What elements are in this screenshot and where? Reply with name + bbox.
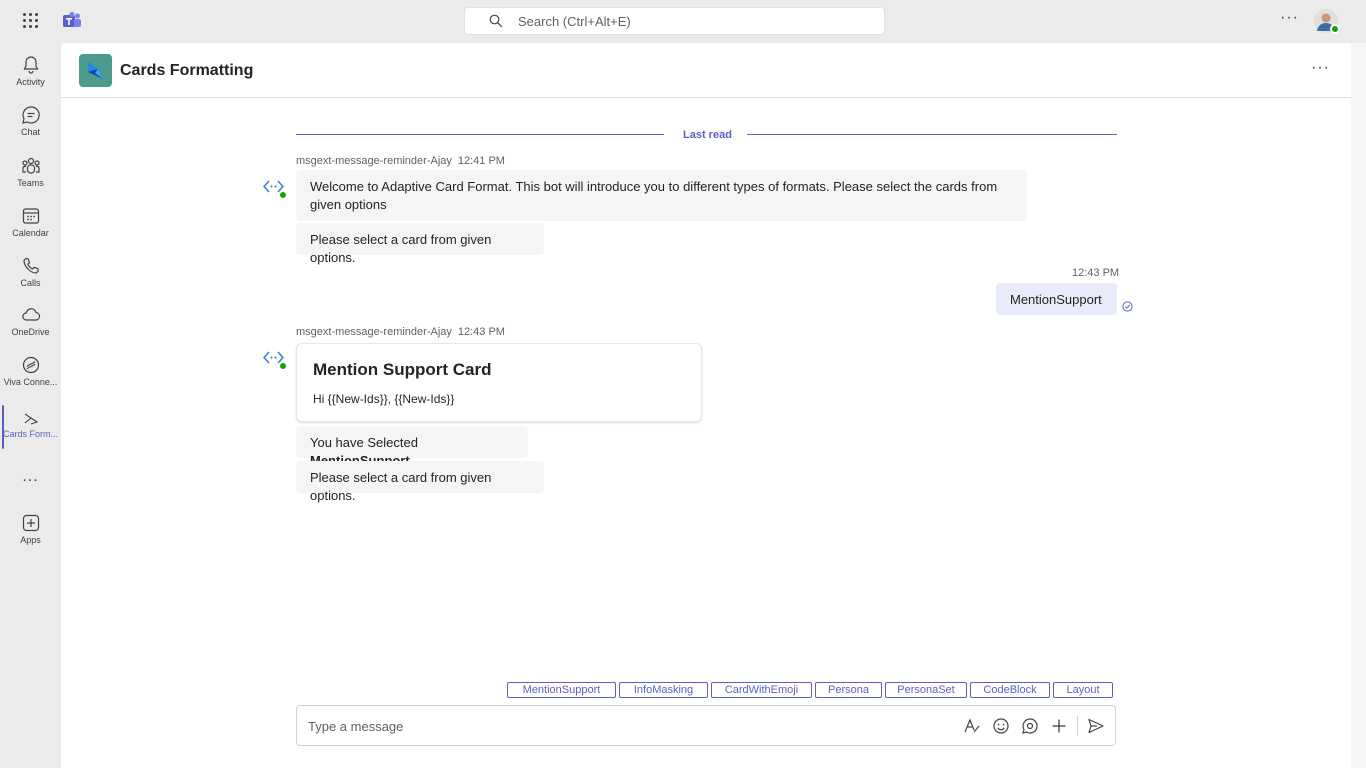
suggestion-layout-button[interactable]: Layout	[1053, 682, 1113, 698]
last-read-divider-right	[747, 134, 1117, 135]
rail-item-apps[interactable]: Apps	[0, 507, 61, 555]
rail-item-cards-formatting[interactable]: Cards Form...	[0, 405, 61, 453]
top-bar: ···	[0, 0, 1366, 43]
chat-header: Cards Formatting ···	[61, 43, 1351, 98]
rail-item-viva-connections[interactable]: Viva Conne...	[0, 349, 61, 397]
suggestion-cardwithemoji-button[interactable]: CardWithEmoji	[711, 682, 812, 698]
message-bubble: Please select a card from given options.	[296, 461, 544, 503]
presence-available-icon	[1330, 24, 1340, 34]
message-time: 12:41 PM	[457, 155, 505, 167]
read-receipt-icon	[1122, 301, 1133, 312]
rail-item-calls[interactable]: Calls	[0, 250, 61, 298]
message-text: You have Selected	[310, 435, 418, 450]
rail-item-activity[interactable]: Activity	[0, 49, 61, 97]
suggestion-infomasking-button[interactable]: InfoMasking	[619, 682, 708, 698]
message-time: 12:43 PM	[1072, 267, 1120, 279]
sender-name: msgext-message-reminder-Ajay	[296, 155, 452, 167]
message-bubble: You have Selected MentionSupport	[296, 426, 528, 468]
main-pane: Cards Formatting ···	[61, 43, 1351, 768]
my-message-bubble: MentionSupport	[996, 283, 1117, 315]
suggestion-codeblock-button[interactable]: CodeBlock	[970, 682, 1050, 698]
message-input[interactable]	[308, 716, 908, 736]
message-text: MentionSupport	[1010, 292, 1102, 307]
cloud-icon	[21, 308, 40, 321]
phone-icon	[22, 257, 39, 274]
card-title: Mention Support Card	[313, 360, 492, 379]
last-read-label: Last read	[683, 129, 732, 141]
calendar-icon	[22, 208, 39, 224]
message-bubble: Welcome to Adaptive Card Format. This bo…	[296, 170, 1027, 221]
presence-available-icon	[278, 190, 288, 200]
message-bubble: Please select a card from given options.	[296, 223, 544, 265]
cards-formatting-logo-icon	[88, 62, 103, 79]
rail-item-teams[interactable]: Teams	[0, 150, 61, 198]
rail-label: Cards Form...	[2, 429, 58, 439]
bell-icon	[23, 56, 38, 74]
cards-app-icon	[24, 413, 38, 425]
app-rail: Activity Chat Teams Calendar Calls OneDr…	[0, 43, 61, 768]
rail-item-chat[interactable]: Chat	[0, 99, 61, 147]
suggestion-persona-button[interactable]: Persona	[815, 682, 882, 698]
header-more-icon[interactable]: ···	[1311, 60, 1330, 76]
search-input[interactable]	[518, 8, 858, 34]
app-launcher-icon[interactable]	[23, 13, 39, 29]
teams-icon	[21, 157, 40, 174]
message-text: Welcome to Adaptive Card Format. This bo…	[310, 179, 998, 212]
rail-label: Teams	[17, 178, 44, 188]
chat-icon	[21, 106, 40, 124]
settings-more-icon[interactable]: ···	[1280, 10, 1299, 26]
message-time: 12:43 PM	[457, 326, 505, 338]
adaptive-card: Mention Support Card Hi {{New-Ids}}, {{N…	[296, 343, 702, 422]
message-meta: msgext-message-reminder-Ajay 12:41 PM	[296, 155, 505, 167]
app-avatar	[79, 54, 112, 87]
rail-label: Apps	[20, 535, 41, 545]
user-avatar[interactable]	[1314, 9, 1340, 34]
rail-label: Activity	[16, 77, 45, 87]
rail-label: Calls	[20, 278, 41, 288]
format-icon[interactable]	[963, 717, 981, 735]
last-read-divider-left	[296, 134, 664, 135]
rail-label: Chat	[20, 127, 40, 137]
teams-logo-icon[interactable]	[62, 11, 82, 31]
rail-label: Viva Conne...	[3, 377, 58, 387]
suggestion-mentionsupport-button[interactable]: MentionSupport	[507, 682, 616, 698]
viva-icon	[22, 356, 39, 374]
search-icon	[489, 14, 503, 28]
rail-item-calendar[interactable]: Calendar	[0, 200, 61, 248]
presence-available-icon	[278, 361, 288, 371]
rail-label: Calendar	[12, 228, 49, 238]
add-app-icon	[22, 514, 39, 532]
send-icon[interactable]	[1087, 717, 1105, 735]
loop-icon[interactable]	[1021, 717, 1039, 735]
rail-label: OneDrive	[11, 327, 50, 337]
suggestion-personaset-button[interactable]: PersonaSet	[885, 682, 967, 698]
message-meta: msgext-message-reminder-Ajay 12:43 PM	[296, 326, 505, 338]
add-icon[interactable]	[1050, 717, 1068, 735]
card-body: Hi {{New-Ids}}, {{New-Ids}}	[313, 392, 455, 406]
bot-avatar[interactable]	[263, 177, 288, 200]
page-title: Cards Formatting	[120, 62, 254, 79]
search-box[interactable]	[464, 7, 885, 35]
compose-divider	[1077, 716, 1078, 736]
bot-avatar[interactable]	[263, 348, 288, 371]
rail-item-onedrive[interactable]: OneDrive	[0, 299, 61, 347]
more-apps-icon[interactable]: ...	[0, 468, 61, 486]
emoji-icon[interactable]	[992, 717, 1010, 735]
sender-name: msgext-message-reminder-Ajay	[296, 326, 452, 338]
compose-box	[296, 705, 1116, 746]
